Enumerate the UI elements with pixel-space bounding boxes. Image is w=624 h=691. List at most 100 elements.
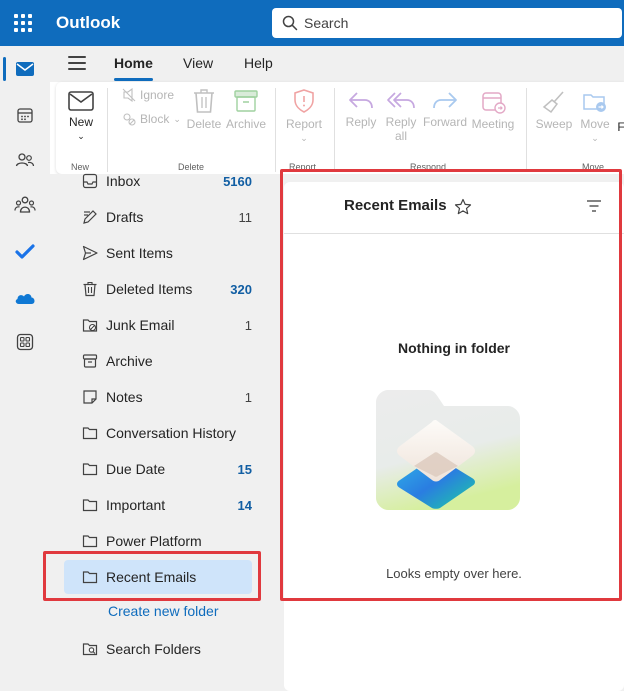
folder-label: Drafts [106,209,144,225]
folder-item-notes[interactable]: Notes 1 [64,380,260,414]
folder-count: 5160 [223,173,252,189]
filter-icon[interactable] [586,199,602,213]
meeting-button[interactable]: Meeting [468,90,518,131]
ribbon-separator [334,88,335,172]
folder-item-recent-emails[interactable]: Recent Emails [64,560,252,594]
calendar-app-button[interactable] [0,97,50,133]
hamburger-menu-icon[interactable] [68,56,86,70]
favorite-star-icon[interactable] [454,198,472,216]
archive-button[interactable]: Archive [224,88,268,131]
inbox-icon [82,173,98,189]
tab-home[interactable]: Home [114,55,153,81]
folder-icon [82,499,98,512]
calendar-icon [17,108,33,123]
move-label: Move [580,117,610,131]
groups-app-button[interactable] [0,187,50,223]
folder-label: Junk Email [106,317,175,333]
folder-label: Conversation History [106,425,236,441]
reply-icon [349,92,373,109]
folder-item-conversation-history[interactable]: Conversation History [64,416,260,450]
move-button[interactable]: Move ⌄ [576,90,614,145]
mail-app-button[interactable] [0,51,50,87]
folder-item-junk[interactable]: Junk Email 1 [64,308,260,342]
empty-state-subtitle: Looks empty over here. [386,566,522,581]
new-label: New [68,115,93,129]
sweep-button[interactable]: Sweep [532,90,576,131]
empty-state-title: Nothing in folder [398,340,510,356]
reply-all-button[interactable]: Reply all [381,90,421,143]
new-mail-button[interactable]: New ⌄ [62,90,100,143]
sent-icon [82,245,98,261]
delete-button[interactable]: Delete [184,88,224,131]
folder-label: Search Folders [106,641,201,657]
ribbon-separator [526,88,527,172]
sweep-broom-icon [542,91,564,114]
folder-title: Recent Emails [344,197,447,214]
reply-label: Reply [345,115,377,129]
onedrive-app-button[interactable] [0,280,50,316]
folder-item-power-platform[interactable]: Power Platform [64,524,260,558]
junk-icon [82,319,98,332]
ribbon-separator [107,88,108,172]
message-list-card: Recent Emails Nothing in folder Looks em… [284,182,624,691]
folder-count: 320 [230,281,252,297]
folder-item-inbox[interactable]: Inbox 5160 [64,164,260,198]
block-label: Block [140,112,170,126]
folder-count: 14 [237,497,252,513]
folder-label: Archive [106,353,153,369]
apps-grid-icon [16,333,34,351]
block-icon [123,113,136,126]
tab-view[interactable]: View [183,55,213,71]
folder-label: Sent Items [106,245,173,261]
message-list-header: Recent Emails [284,182,624,234]
meeting-label: Meeting [471,117,515,131]
report-label: Report [285,117,323,131]
more-apps-button[interactable] [0,324,50,360]
group-label-report: Report [289,162,317,172]
delete-label: Delete [186,117,222,131]
reply-button[interactable]: Reply [340,90,382,129]
folder-count: 11 [238,209,253,225]
folder-icon [82,427,98,440]
trash-icon [194,89,214,113]
truncated-ribbon-button[interactable]: F [616,120,624,134]
tab-help[interactable]: Help [244,55,273,71]
folder-item-drafts[interactable]: Drafts 11 [64,200,260,234]
ignore-label: Ignore [140,88,175,102]
search-input[interactable]: Search [272,8,622,38]
drafts-icon [83,210,97,224]
reply-all-label-2: all [394,129,407,143]
folder-item-archive[interactable]: Archive [64,344,260,378]
folder-item-important[interactable]: Important 14 [64,488,260,522]
search-icon [282,15,298,31]
onedrive-cloud-icon [15,293,35,304]
create-new-folder-link[interactable]: Create new folder [108,603,219,619]
groups-icon [14,196,36,213]
ribbon-tab-bar: Home View Help [50,46,624,82]
folder-item-search-folders[interactable]: Search Folders [64,632,260,666]
folder-label: Inbox [106,173,141,189]
people-app-button[interactable] [0,142,50,178]
folder-count: 15 [237,461,252,477]
folder-label: Recent Emails [106,569,197,585]
block-button[interactable]: Block ⌄ [122,112,181,126]
move-folder-icon [583,94,606,112]
todo-app-button[interactable] [0,234,50,270]
forward-button[interactable]: Forward [422,90,468,129]
forward-label: Forward [422,115,467,129]
chevron-down-icon: ⌄ [591,133,599,143]
folder-item-due-date[interactable]: Due Date 15 [64,452,260,486]
folder-icon [82,463,98,476]
archive-icon [82,354,98,368]
ignore-button[interactable]: Ignore [122,88,174,102]
folder-item-sent[interactable]: Sent Items [64,236,260,270]
sweep-label: Sweep [535,117,573,131]
folder-label: Due Date [106,461,166,477]
folder-label: Important [106,497,166,513]
report-button[interactable]: Report ⌄ [282,88,326,145]
app-title[interactable]: Outlook [56,13,120,33]
folder-item-deleted[interactable]: Deleted Items 320 [64,272,260,306]
search-placeholder: Search [304,15,349,31]
folder-label: Power Platform [106,533,202,549]
app-launcher-icon[interactable] [14,14,32,32]
